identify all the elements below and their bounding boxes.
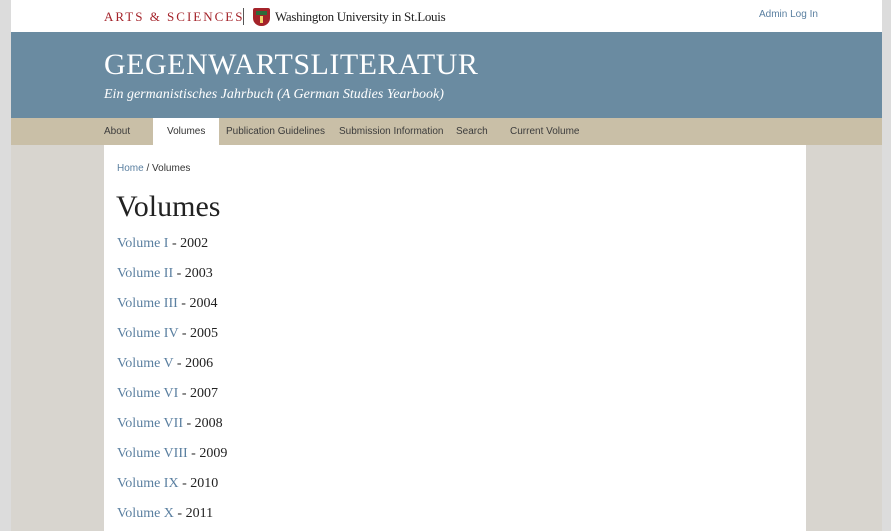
volume-year: 2004 bbox=[189, 296, 218, 311]
volume-list-item: Volume III - 2004 bbox=[117, 296, 217, 312]
volume-year: 2009 bbox=[199, 446, 228, 461]
site-title[interactable]: GEGENWARTSLITERATUR bbox=[104, 48, 478, 82]
page-frame: ARTS & SCIENCES Washington University in… bbox=[11, 0, 882, 531]
university-shield-icon[interactable] bbox=[253, 8, 270, 26]
year-separator: - bbox=[173, 506, 186, 521]
volume-list-item: Volume IX - 2010 bbox=[117, 476, 218, 492]
volume-year: 2005 bbox=[190, 326, 218, 341]
year-separator: - bbox=[182, 416, 195, 431]
admin-login-link[interactable]: Admin Log In bbox=[759, 9, 818, 20]
nav-item-search[interactable]: Search bbox=[456, 118, 488, 145]
volume-link[interactable]: Volume IV bbox=[117, 326, 178, 341]
year-separator: - bbox=[168, 236, 181, 251]
volume-year: 2008 bbox=[194, 416, 223, 431]
volume-year: 2011 bbox=[185, 506, 214, 521]
nav-item-about[interactable]: About bbox=[104, 118, 130, 145]
volume-link[interactable]: Volume V bbox=[117, 356, 173, 371]
nav-item-current-volume[interactable]: Current Volume bbox=[510, 118, 579, 145]
volume-link[interactable]: Volume II bbox=[117, 266, 173, 281]
breadcrumb: Home / Volumes bbox=[117, 163, 190, 174]
year-separator: - bbox=[178, 326, 190, 341]
year-separator: - bbox=[178, 386, 190, 401]
university-link[interactable]: Washington University in St.Louis bbox=[275, 9, 446, 25]
volume-year: 2006 bbox=[185, 356, 214, 371]
arts-sciences-link[interactable]: ARTS & SCIENCES bbox=[104, 9, 244, 25]
nav-item-publication-guidelines[interactable]: Publication Guidelines bbox=[226, 118, 325, 145]
volume-link[interactable]: Volume I bbox=[117, 236, 168, 251]
volume-list-item: Volume X - 2011 bbox=[117, 506, 213, 522]
breadcrumb-current: Volumes bbox=[152, 163, 191, 174]
bar-divider bbox=[243, 8, 244, 25]
volume-link[interactable]: Volume VII bbox=[117, 416, 183, 431]
page-title: Volumes bbox=[116, 190, 221, 223]
volume-year: 2003 bbox=[184, 266, 213, 281]
year-separator: - bbox=[177, 296, 190, 311]
university-bar: ARTS & SCIENCES Washington University in… bbox=[11, 0, 882, 32]
volume-year: 2007 bbox=[190, 386, 218, 401]
volume-list-item: Volume VII - 2008 bbox=[117, 416, 223, 432]
year-separator: - bbox=[173, 266, 185, 281]
volume-list-item: Volume V - 2006 bbox=[117, 356, 213, 372]
site-header: GEGENWARTSLITERATUR Ein germanistisches … bbox=[11, 32, 882, 118]
main-content: Home / Volumes Volumes Volume I - 2002 V… bbox=[104, 145, 806, 531]
breadcrumb-home-link[interactable]: Home bbox=[117, 163, 144, 174]
volume-list-item: Volume I - 2002 bbox=[117, 236, 208, 252]
year-separator: - bbox=[178, 476, 191, 491]
nav-item-volumes[interactable]: Volumes bbox=[153, 118, 220, 145]
site-subtitle: Ein germanistisches Jahrbuch (A German S… bbox=[104, 87, 444, 102]
year-separator: - bbox=[187, 446, 200, 461]
breadcrumb-separator: / bbox=[143, 163, 153, 174]
volume-year: 2002 bbox=[180, 236, 209, 251]
volume-link[interactable]: Volume III bbox=[117, 296, 178, 311]
main-nav: About Volumes Publication Guidelines Sub… bbox=[11, 118, 882, 145]
volume-link[interactable]: Volume VIII bbox=[117, 446, 188, 461]
volume-link[interactable]: Volume VI bbox=[117, 386, 178, 401]
volume-link[interactable]: Volume X bbox=[117, 506, 174, 521]
nav-item-submission-information[interactable]: Submission Information bbox=[339, 118, 444, 145]
volume-list-item: Volume IV - 2005 bbox=[117, 326, 218, 342]
volume-year: 2010 bbox=[190, 476, 219, 491]
right-margin bbox=[882, 0, 891, 531]
volume-list-item: Volume VIII - 2009 bbox=[117, 446, 227, 462]
volume-list-item: Volume VI - 2007 bbox=[117, 386, 218, 402]
left-margin bbox=[0, 0, 11, 531]
year-separator: - bbox=[173, 356, 186, 371]
volume-list-item: Volume II - 2003 bbox=[117, 266, 213, 282]
volume-link[interactable]: Volume IX bbox=[117, 476, 179, 491]
